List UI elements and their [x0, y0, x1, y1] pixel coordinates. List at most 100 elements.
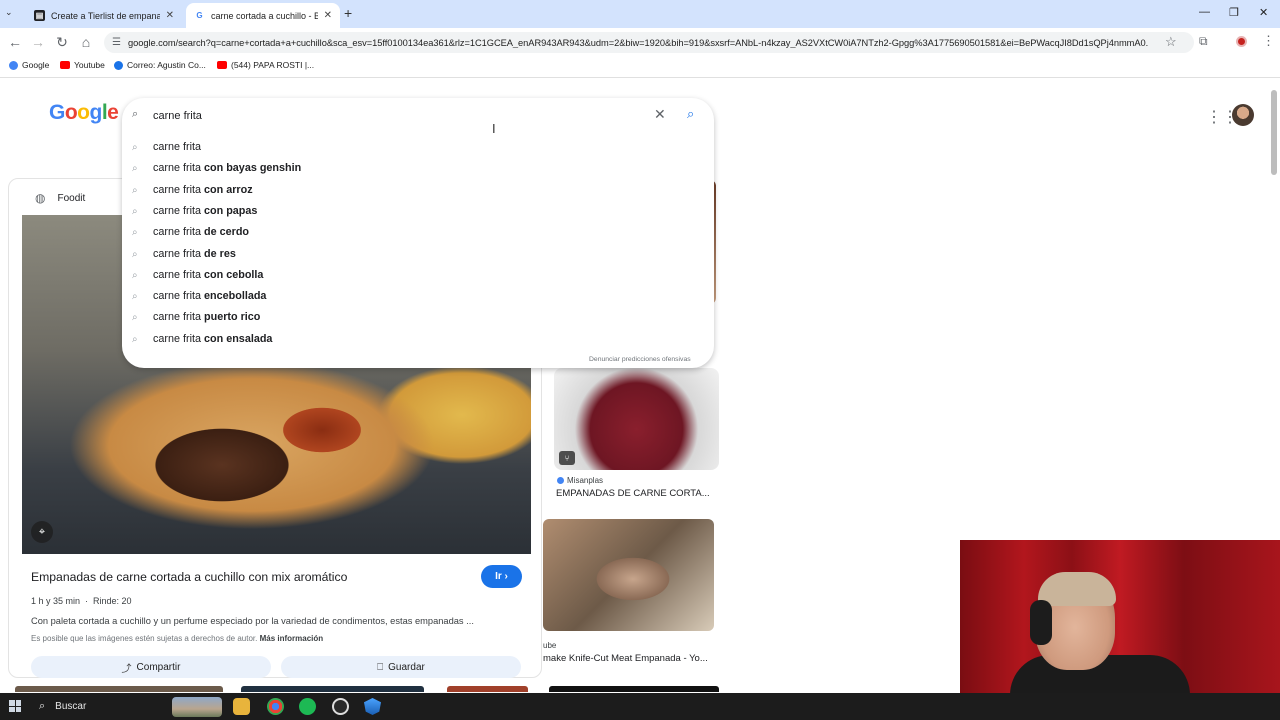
bookmark-star-icon[interactable]: ☆ — [1165, 34, 1177, 50]
suggestion-prefix: carne frita — [153, 205, 202, 217]
search-icon: ⌕ — [132, 269, 138, 281]
clear-search-icon[interactable]: ✕ — [654, 106, 666, 123]
rights-text: Es posible que las imágenes estén sujeta… — [31, 634, 258, 643]
search-icon: ⌕ — [132, 184, 138, 196]
google-lens-icon[interactable]: ⌖ — [31, 521, 53, 543]
suggestion-completion: con papas — [204, 205, 258, 217]
suggestion-item[interactable]: ⌕ carne frita con bayas genshin — [132, 159, 692, 177]
search-icon: ⌕ — [132, 290, 138, 302]
restore-icon[interactable]: ❐ — [1229, 6, 1239, 19]
page-scrollbar[interactable] — [1271, 90, 1277, 175]
suggestion-item[interactable]: ⌕ carne frita puerto rico — [132, 308, 692, 326]
chrome-icon[interactable] — [267, 698, 284, 715]
result-image-misanplas[interactable] — [554, 368, 719, 470]
obs-icon[interactable] — [332, 698, 349, 715]
close-tab-icon[interactable]: ✕ — [166, 10, 174, 21]
search-highlight-image[interactable] — [172, 697, 222, 717]
search-icon: ⌕ — [132, 333, 138, 345]
share-icon: ⤴ — [121, 663, 132, 675]
chrome-menu-icon[interactable]: ⋮ — [1262, 33, 1275, 49]
suggestion-item[interactable]: ⌕ carne frita con cebolla — [132, 266, 692, 284]
text-cursor-icon: I — [492, 121, 496, 136]
result-thumbnail[interactable] — [15, 686, 223, 692]
bookmark-google[interactable]: Google — [9, 60, 49, 70]
close-tab-icon[interactable]: ✕ — [324, 10, 332, 21]
search-icon: ⌕ — [132, 248, 138, 260]
suggestion-prefix: carne frita — [153, 269, 202, 281]
share-button[interactable]: ⤴ Compartir — [31, 656, 271, 678]
file-explorer-icon[interactable] — [233, 698, 250, 715]
bookmark-correo[interactable]: Correo: Agustin Co... — [114, 60, 206, 70]
address-bar[interactable]: ☰ google.com/search?q=carne+cortada+a+cu… — [104, 32, 1194, 53]
tab-search-chevron-icon[interactable]: ⌄ — [5, 7, 13, 18]
suggestion-prefix: carne frita — [153, 141, 202, 153]
google-bookmark-icon — [9, 60, 18, 70]
preview-title[interactable]: Empanadas de carne cortada a cuchillo co… — [31, 570, 347, 584]
suggestion-completion: de res — [204, 248, 236, 260]
suggestion-prefix: carne frita — [153, 290, 202, 302]
windows-start-icon[interactable] — [9, 700, 21, 712]
save-button[interactable]: ⎕ Guardar — [281, 656, 521, 678]
close-window-icon[interactable]: ✕ — [1259, 6, 1268, 19]
spotify-icon[interactable] — [299, 698, 316, 715]
bookmark-youtube[interactable]: Youtube — [60, 60, 105, 70]
youtube-bookmark-icon — [60, 61, 70, 69]
result-image-youtube[interactable] — [543, 519, 714, 631]
mail-bookmark-icon — [114, 60, 123, 70]
tab-tierlist[interactable]: ▤ Create a Tierlist de empanadas ✕ — [26, 3, 182, 28]
suggestion-completion: de cerdo — [204, 226, 250, 238]
result-thumbnail[interactable] — [241, 686, 424, 692]
result-source[interactable]: ube — [543, 641, 556, 650]
preview-description: Con paleta cortada a cuchillo y un perfu… — [31, 616, 474, 626]
visit-label: Ir — [495, 571, 502, 582]
search-submit-icon[interactable]: ⌕ — [687, 106, 694, 122]
bookmark-papa-rosti[interactable]: (544) PAPA ROSTI |... — [217, 60, 314, 70]
profile-icon[interactable] — [1236, 36, 1247, 47]
more-info-link[interactable]: Más información — [260, 634, 324, 643]
globe-icon: ◍ — [35, 191, 46, 205]
result-title[interactable]: EMPANADAS DE CARNE CORTA... — [556, 488, 710, 499]
result-source[interactable]: Misanplas — [557, 476, 603, 485]
suggestion-item[interactable]: ⌕ carne frita de res — [132, 245, 692, 263]
suggestion-item[interactable]: ⌕ carne frita — [132, 138, 692, 156]
suggestion-item[interactable]: ⌕ carne frita con papas — [132, 202, 692, 220]
google-logo[interactable]: Google — [49, 101, 119, 125]
recipe-meta: 1 h y 35 min · Rinde: 20 — [31, 596, 132, 606]
suggestion-item[interactable]: ⌕ carne frita con ensalada — [132, 330, 692, 348]
suggestion-item[interactable]: ⌕ carne frita encebollada — [132, 287, 692, 305]
suggestion-prefix: carne frita — [153, 311, 202, 323]
back-icon[interactable]: ← — [6, 34, 24, 50]
save-label: Guardar — [388, 661, 425, 673]
visit-button[interactable]: Ir › — [481, 565, 522, 588]
search-icon: ⌕ — [132, 141, 138, 153]
search-icon: ⌕ — [132, 226, 138, 238]
minimize-icon[interactable]: — — [1199, 6, 1210, 18]
suggestion-item[interactable]: ⌕ carne frita de cerdo — [132, 223, 692, 241]
suggestion-prefix: carne frita — [153, 248, 202, 260]
report-predictions-link[interactable]: Denunciar predicciones ofensivas — [589, 356, 691, 363]
home-icon[interactable]: ⌂ — [77, 34, 95, 50]
account-avatar[interactable] — [1232, 104, 1254, 126]
suggestion-item[interactable]: ⌕ carne frita con arroz — [132, 181, 692, 199]
site-info-icon[interactable]: ☰ — [112, 37, 121, 48]
suggestion-prefix: carne frita — [153, 226, 202, 238]
preview-source[interactable]: ◍ Foodit — [22, 186, 132, 210]
suggestion-prefix: carne frita — [153, 184, 202, 196]
tab-google-search[interactable]: G carne cortada a cuchillo - Busca ✕ — [186, 3, 340, 28]
share-label: Compartir — [136, 661, 181, 673]
forward-icon[interactable]: → — [29, 34, 47, 50]
recipe-badge-icon: ⑂ — [559, 451, 575, 465]
search-input[interactable] — [153, 108, 633, 123]
new-tab-button[interactable]: + — [344, 5, 352, 21]
reload-icon[interactable]: ↻ — [53, 34, 71, 51]
search-icon: ⌕ — [132, 311, 138, 323]
headset-icon — [1030, 600, 1052, 645]
taskbar-search-label: Buscar — [55, 701, 87, 712]
search-icon: ⌕ — [39, 700, 46, 712]
result-thumbnail[interactable] — [447, 686, 528, 692]
result-thumbnail[interactable] — [549, 686, 719, 692]
result-title[interactable]: make Knife-Cut Meat Empanada - Yo... — [543, 653, 708, 664]
url-text[interactable]: google.com/search?q=carne+cortada+a+cuch… — [128, 38, 1148, 48]
search-icon: ⌕ — [132, 162, 138, 174]
extensions-icon[interactable]: ⧉ — [1199, 34, 1208, 49]
